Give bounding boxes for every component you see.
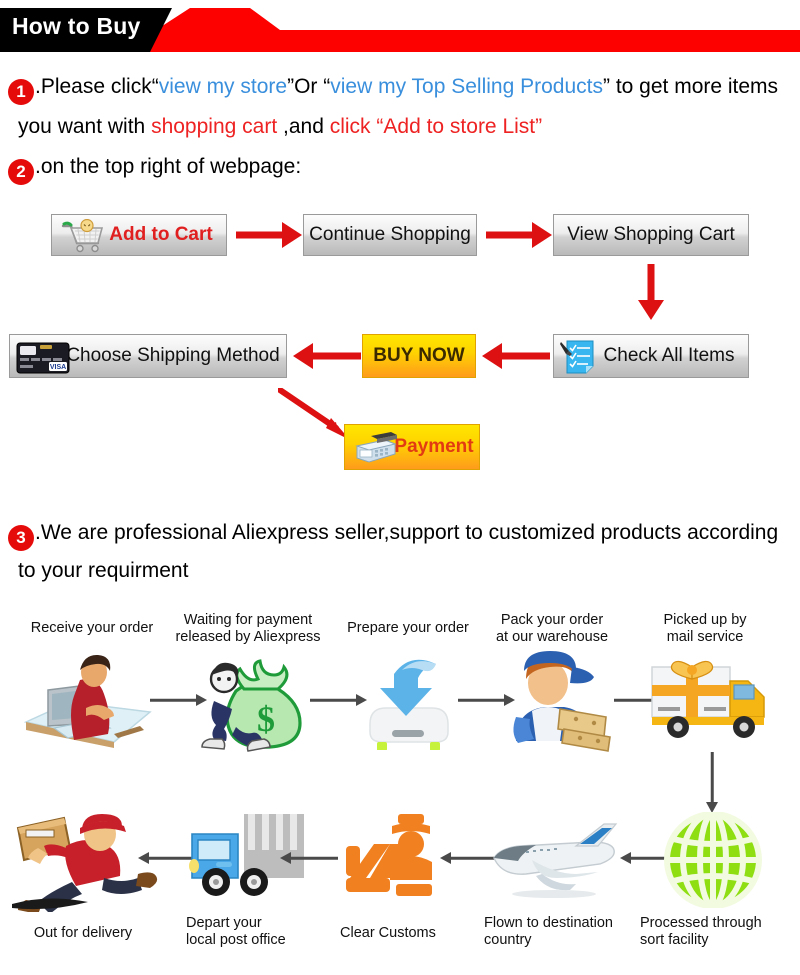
arrow-shaft <box>290 856 338 860</box>
highlight-add-to-store-list: click “Add to store List” <box>329 115 543 138</box>
warehouse-worker-icon <box>513 651 611 752</box>
step-2-badge: 2 <box>8 159 34 185</box>
person-at-computer-icon <box>23 654 152 748</box>
credit-card-icon: VISA <box>16 341 70 374</box>
view-shopping-cart-label: View Shopping Cart <box>567 224 735 245</box>
payment-label: Payment <box>394 436 474 457</box>
check-all-items-label: Check All Items <box>603 345 735 366</box>
process-label-waiting-payment: Waiting for payment released by Aliexpre… <box>175 612 321 645</box>
arrow-head <box>293 343 313 369</box>
step-2-text: .on the top right of webpage: <box>35 155 302 178</box>
process-label-sort-facility: Processed through sort facility <box>640 915 762 948</box>
arrow-shaft <box>150 698 198 702</box>
page-title: How to Buy <box>12 13 141 39</box>
arrow-shaft <box>236 231 284 239</box>
highlight-shopping-cart: shopping cart <box>151 115 278 138</box>
arrow-head <box>280 852 291 864</box>
view-shopping-cart-button[interactable]: View Shopping Cart <box>553 214 749 256</box>
money-bag-icon: $ <box>201 659 302 752</box>
arrow-head <box>638 300 664 320</box>
process-label-pack-order: Pack your order at our warehouse <box>495 612 609 645</box>
cash-register-icon <box>351 430 401 466</box>
process-label-clear-customs: Clear Customs <box>340 925 436 941</box>
step-3-text-2: to your requirment <box>18 559 189 582</box>
process-label-picked-up: Picked up by mail service <box>663 612 747 645</box>
step-1-text-c: to get more items <box>609 75 779 98</box>
link-view-my-store[interactable]: view my store <box>159 75 287 98</box>
process-label-flown-to-destination: Flown to destination country <box>484 915 613 948</box>
arrow-head <box>138 852 149 864</box>
choose-shipping-method-label: Choose Shipping Method <box>66 345 280 366</box>
buy-now-button[interactable]: BUY NOW <box>362 334 476 378</box>
link-view-top-selling-products[interactable]: view my Top Selling Products <box>330 75 603 98</box>
shopping-cart-icon <box>58 218 106 253</box>
arrow-shaft <box>313 352 361 360</box>
arrow-head <box>440 852 451 864</box>
quote-open-1: “ <box>151 75 159 98</box>
svg-text:$: $ <box>257 699 275 739</box>
step-1-line2-b: ,and <box>277 115 330 138</box>
checklist-icon <box>559 339 599 375</box>
arrow-shaft <box>486 231 534 239</box>
buy-now-label: BUY NOW <box>373 345 465 366</box>
arrow-shaft <box>647 264 655 302</box>
step-2-line: 2 .on the top right of webpage: <box>8 148 301 186</box>
step-1-badge: 1 <box>8 79 34 105</box>
continue-shopping-button[interactable]: Continue Shopping <box>303 214 477 256</box>
process-label-receive-order: Receive your order <box>30 620 154 636</box>
arrow-head <box>282 222 302 248</box>
choose-shipping-method-button[interactable]: VISA Choose Shipping Method <box>9 334 287 378</box>
step-3-badge: 3 <box>8 525 34 551</box>
arrow-head <box>532 222 552 248</box>
add-to-cart-label: Add to Cart <box>109 224 213 245</box>
process-label-prepare-order: Prepare your order <box>347 620 469 636</box>
arrow-head <box>482 343 502 369</box>
step-3-line-2: to your requirment <box>18 552 188 590</box>
svg-text:VISA: VISA <box>50 364 66 371</box>
add-to-cart-button[interactable]: Add to Cart <box>51 214 227 256</box>
step-1-text-a: .Please click <box>35 75 152 98</box>
process-label-depart-post-office: Depart your local post office <box>186 915 286 948</box>
continue-shopping-label: Continue Shopping <box>309 224 471 245</box>
airplane-icon <box>493 823 618 898</box>
arrow-shaft <box>502 352 550 360</box>
page-header-banner: How to Buy <box>0 0 800 52</box>
check-all-items-button[interactable]: Check All Items <box>553 334 749 378</box>
process-label-out-for-delivery: Out for delivery <box>33 925 133 941</box>
green-globe-icon <box>664 812 762 908</box>
customs-officer-icon <box>346 814 432 896</box>
step-3-text: .We are professional Aliexpress seller,s… <box>35 521 779 544</box>
payment-button[interactable]: Payment <box>344 424 480 470</box>
delivery-truck-gift-icon <box>651 660 765 738</box>
courier-running-icon <box>12 814 158 912</box>
step-1-line-2: you want with shopping cart ,and click “… <box>18 108 542 146</box>
quote-close-2: ” <box>602 75 610 98</box>
step-3-line-1: 3 .We are professional Aliexpress seller,… <box>8 514 778 552</box>
arrow-shaft <box>710 752 714 804</box>
step-1-text-b: Or <box>294 75 324 98</box>
step-1-line2-a: you want with <box>18 115 152 138</box>
step-1-line-1: 1 .Please click“view my store”Or “view my… <box>8 68 778 106</box>
arrow-head <box>620 852 631 864</box>
download-arrow-icon <box>369 659 449 750</box>
